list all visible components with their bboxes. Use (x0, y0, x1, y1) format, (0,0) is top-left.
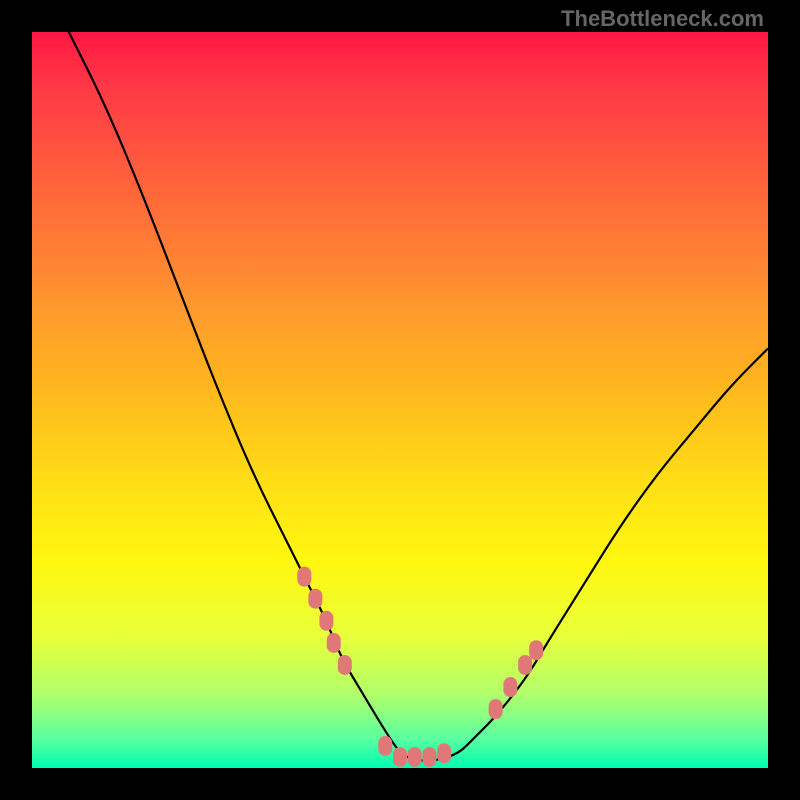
highlight-marker (378, 736, 392, 756)
highlight-marker (408, 747, 422, 767)
highlight-marker (297, 567, 311, 587)
highlight-marker (422, 747, 436, 767)
bottleneck-curve (69, 32, 768, 761)
plot-area (32, 32, 768, 768)
curve-layer (69, 32, 768, 761)
highlight-marker (319, 611, 333, 631)
highlight-marker (327, 633, 341, 653)
highlight-marker (338, 655, 352, 675)
highlight-marker (393, 747, 407, 767)
highlight-marker (518, 655, 532, 675)
highlight-marker (529, 640, 543, 660)
highlight-marker (489, 699, 503, 719)
attribution-text: TheBottleneck.com (561, 6, 764, 32)
marker-layer (297, 567, 543, 767)
highlight-marker (503, 677, 517, 697)
highlight-marker (308, 589, 322, 609)
highlight-marker (437, 743, 451, 763)
chart-container: TheBottleneck.com (0, 0, 800, 800)
chart-svg (32, 32, 768, 768)
